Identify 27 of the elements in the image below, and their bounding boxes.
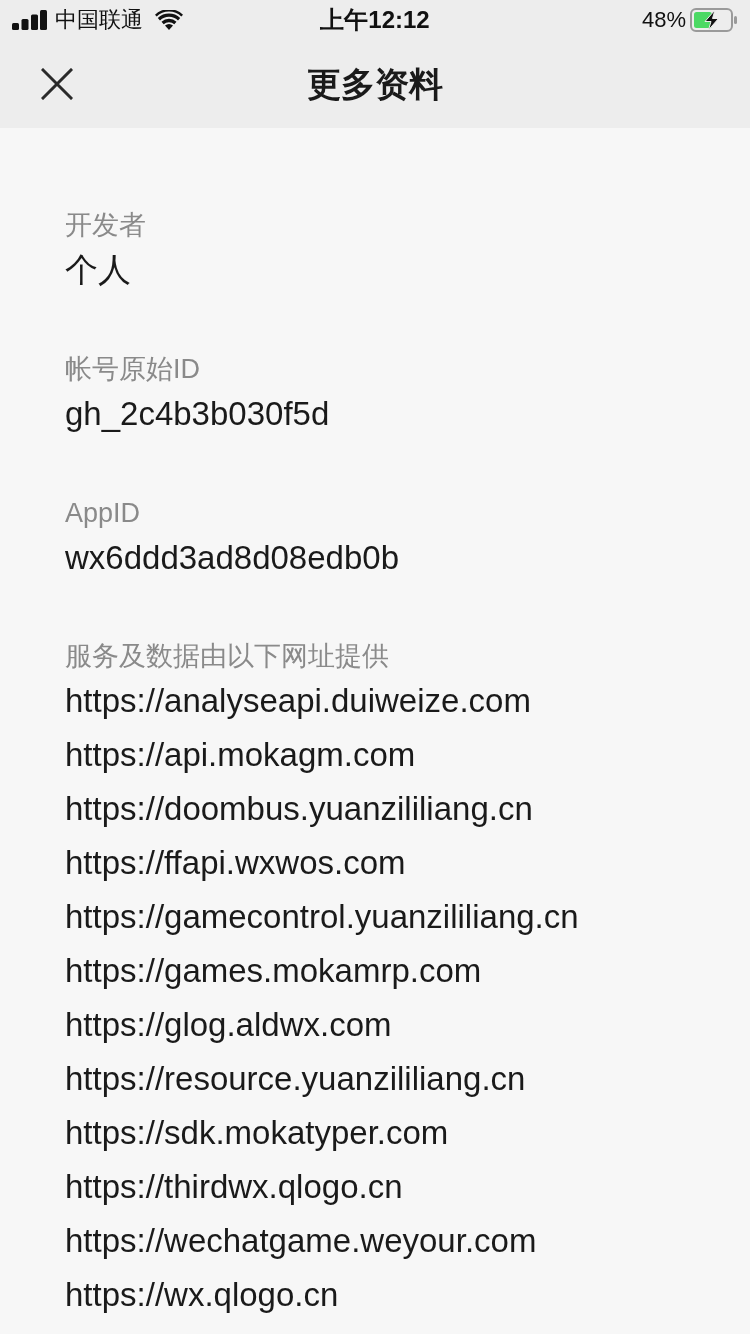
close-icon [41,68,73,100]
status-time: 上午12:12 [320,5,430,35]
url-text: https://glog.aldwx.com [65,1005,392,1045]
field-label: 服务及数据由以下网址提供 [65,640,389,673]
page-title: 更多资料 [307,64,443,105]
field-value: 个人 [65,250,131,290]
url-text: https://wechatgame.weyour.com [65,1221,537,1261]
url-text: https://games.mokamrp.com [65,951,482,991]
wifi-icon [155,10,183,30]
carrier-name: 中国联通 [55,6,143,34]
field-label: 帐号原始ID [65,353,200,386]
url-text: https://gamecontrol.yuanzililiang.cn [65,897,579,937]
signal-icon [12,10,47,30]
field-label: 开发者 [65,209,146,242]
field-label: AppID [65,497,141,530]
url-text: https://doombus.yuanzililiang.cn [65,789,533,829]
battery-percent: 48% [641,6,686,34]
url-text: https://analyseapi.duiweize.com [65,681,531,721]
field-value: wx6ddd3ad8d08edb0b [65,538,399,578]
url-text: https://ffapi.wxwos.com [65,843,406,883]
url-text: https://wx.qlogo.cn [65,1275,339,1315]
url-text: https://sdk.mokatyper.com [65,1113,449,1153]
field-value: gh_2c4b3b030f5d [65,394,330,434]
url-text: https://resource.yuanzililiang.cn [65,1059,526,1099]
url-text: https://api.mokagm.com [65,735,416,775]
url-text: https://thirdwx.qlogo.cn [65,1167,403,1207]
battery-icon [690,8,738,32]
